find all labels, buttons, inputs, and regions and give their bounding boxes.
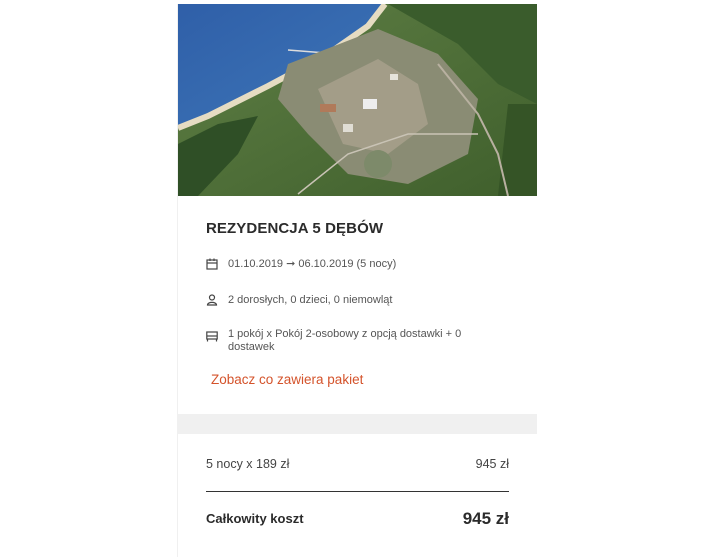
nights-price-value: 945 zł <box>475 457 509 471</box>
calendar-icon <box>206 258 218 270</box>
hotel-name: REZYDENCJA 5 DĘBÓW <box>206 220 384 237</box>
booking-summary-card: REZYDENCJA 5 DĘBÓW 01.10.2019 ➞ 06.10.20… <box>177 4 537 557</box>
nights-price-label: 5 nocy x 189 zł <box>206 457 290 471</box>
guest-count: 2 dorosłych, 0 dzieci, 0 niemowląt <box>228 294 393 306</box>
price-divider <box>206 491 509 492</box>
price-summary: 5 nocy x 189 zł 945 zł Całkowity koszt 9… <box>178 434 537 557</box>
booking-details: REZYDENCJA 5 DĘBÓW 01.10.2019 ➞ 06.10.20… <box>178 196 537 414</box>
stay-dates: 01.10.2019 ➞ 06.10.2019 (5 nocy) <box>228 258 397 270</box>
room-description: 1 pokój x Pokój 2-osobowy z opcją dostaw… <box>228 328 462 353</box>
total-cost-value: 945 zł <box>462 509 509 528</box>
person-icon <box>206 294 218 306</box>
bed-icon <box>206 330 218 342</box>
package-details-link[interactable]: Zobacz co zawiera pakiet <box>211 372 363 387</box>
hotel-photo <box>178 4 537 196</box>
total-cost-label: Całkowity koszt <box>206 511 304 526</box>
